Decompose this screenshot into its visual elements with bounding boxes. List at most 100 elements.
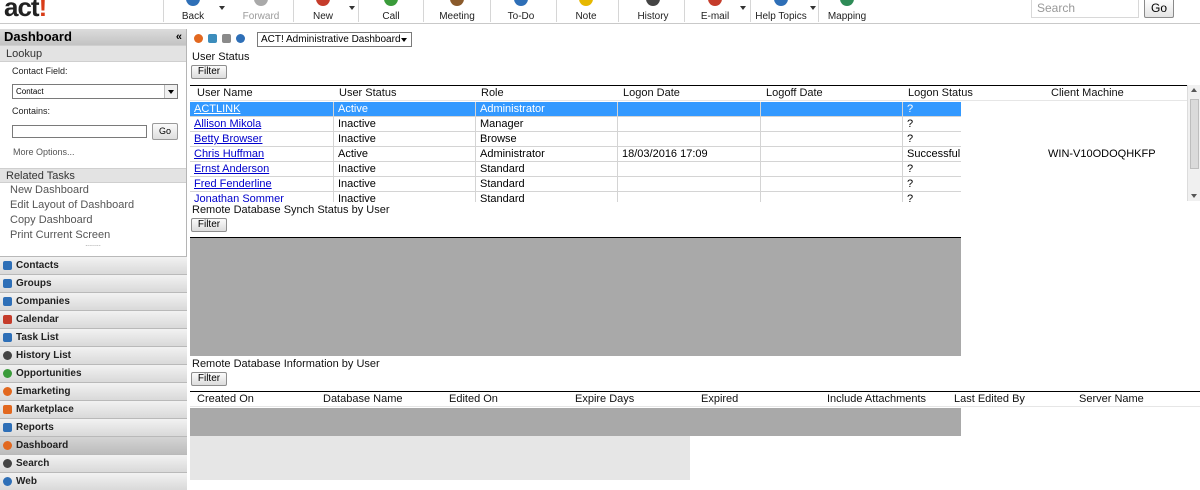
table-row[interactable]: Jonathan Sommer Inactive Standard ? — [190, 192, 961, 202]
table-row[interactable]: ACTLINK Active Administrator ? — [190, 102, 961, 117]
search-go-button[interactable]: Go — [1144, 0, 1174, 18]
meeting-button[interactable]: Meeting — [433, 0, 481, 24]
history-button[interactable]: History — [632, 0, 674, 24]
col-expired[interactable]: Expired — [696, 392, 738, 407]
nav-search[interactable]: Search — [0, 454, 187, 472]
email-button[interactable]: E-mail — [696, 0, 734, 24]
col-expire-days[interactable]: Expire Days — [570, 392, 634, 407]
help-dropdown-icon[interactable] — [810, 6, 816, 10]
cell-user[interactable]: Allison Mikola — [190, 117, 334, 132]
more-options-link[interactable]: More Options... — [0, 147, 186, 165]
scroll-thumb[interactable] — [1190, 99, 1199, 169]
collapse-panel-icon[interactable]: « — [176, 29, 182, 45]
col-user-name[interactable]: User Name — [192, 86, 253, 101]
nav-calendar[interactable]: Calendar — [0, 310, 187, 328]
col-server-name[interactable]: Server Name — [1074, 392, 1144, 407]
table-row[interactable]: Chris Huffman Active Administrator 18/03… — [190, 147, 961, 162]
dashboard-select[interactable]: ACT! Administrative Dashboard — [257, 32, 412, 47]
col-created-on[interactable]: Created On — [192, 392, 254, 407]
lookup-section-header[interactable]: Lookup — [0, 45, 186, 62]
meeting-icon — [450, 0, 464, 6]
refresh-icon[interactable] — [236, 34, 245, 43]
task-copy-dashboard[interactable]: Copy Dashboard — [0, 213, 186, 228]
table-row[interactable]: Fred Fenderline Inactive Standard ? — [190, 177, 961, 192]
related-tasks-header[interactable]: Related Tasks — [0, 168, 186, 183]
cell-user[interactable]: Fred Fenderline — [190, 177, 334, 192]
call-button[interactable]: Call — [376, 0, 406, 24]
chevron-down-icon[interactable] — [164, 85, 177, 98]
col-last-edited-by[interactable]: Last Edited By — [949, 392, 1025, 407]
cell-logon-date — [618, 117, 761, 132]
email-dropdown-icon[interactable] — [740, 6, 746, 10]
chevron-down-icon[interactable] — [399, 34, 410, 45]
cell-user[interactable]: Chris Huffman — [190, 147, 334, 162]
forward-button[interactable]: Forward — [238, 0, 284, 24]
nav-dashboard[interactable]: Dashboard — [0, 436, 187, 454]
col-logon-status[interactable]: Logon Status — [903, 86, 973, 101]
table-row[interactable]: Allison Mikola Inactive Manager ? — [190, 117, 961, 132]
dashboard-filter-icon[interactable] — [208, 34, 217, 43]
task-edit-layout[interactable]: Edit Layout of Dashboard — [0, 198, 186, 213]
nav-groups[interactable]: Groups — [0, 274, 187, 292]
col-edited-on[interactable]: Edited On — [444, 392, 498, 407]
lookup-go-button[interactable]: Go — [152, 123, 178, 140]
search-input[interactable]: Search — [1031, 0, 1139, 18]
cell-user[interactable]: Ernst Anderson — [190, 162, 334, 177]
dashboard-icon — [3, 441, 12, 450]
col-logoff-date[interactable]: Logoff Date — [761, 86, 823, 101]
cell-user[interactable]: Betty Browser — [190, 132, 334, 147]
contains-input[interactable] — [12, 125, 147, 138]
nav-marketplace[interactable]: Marketplace — [0, 400, 187, 418]
col-role[interactable]: Role — [476, 86, 504, 101]
new-button[interactable]: New — [308, 0, 338, 24]
nav-web[interactable]: Web — [0, 472, 187, 490]
cell-user[interactable]: Jonathan Sommer — [190, 192, 334, 202]
cell-role: Administrator — [476, 147, 618, 162]
globe-icon — [840, 0, 854, 6]
nav-companies[interactable]: Companies — [0, 292, 187, 310]
nav-history-list[interactable]: History List — [0, 346, 187, 364]
cell-user[interactable]: ACTLINK — [190, 102, 334, 117]
user-status-scrollbar[interactable] — [1187, 85, 1200, 201]
cell-logon-status: ? — [907, 118, 914, 130]
copy-icon[interactable] — [222, 34, 231, 43]
back-button[interactable]: Back — [176, 0, 210, 24]
remote-info-title: Remote Database Information by User — [192, 358, 380, 370]
new-dropdown-icon[interactable] — [349, 6, 355, 10]
col-database-name[interactable]: Database Name — [318, 392, 403, 407]
back-history-dropdown-icon[interactable] — [219, 6, 225, 10]
todo-button[interactable]: To-Do — [500, 0, 542, 24]
resize-grip[interactable]: ........ — [0, 241, 186, 249]
nav-emarketing[interactable]: Emarketing — [0, 382, 187, 400]
nav-task-list[interactable]: Task List — [0, 328, 187, 346]
dashboard-designer-icon[interactable] — [194, 34, 203, 43]
help-topics-button[interactable]: Help Topics — [754, 0, 808, 24]
cell-status: Active — [334, 102, 476, 117]
mapping-button[interactable]: Mapping — [826, 0, 868, 24]
note-icon — [579, 0, 593, 6]
new-icon — [316, 0, 330, 6]
marketplace-icon — [3, 405, 12, 414]
col-user-status[interactable]: User Status — [334, 86, 396, 101]
cell-status: Inactive — [334, 162, 476, 177]
scroll-up-icon[interactable] — [1191, 88, 1197, 92]
table-row[interactable]: Betty Browser Inactive Browse ? — [190, 132, 961, 147]
remote-sync-filter-button[interactable]: Filter — [191, 218, 227, 232]
table-row[interactable]: Ernst Anderson Inactive Standard ? — [190, 162, 961, 177]
user-status-filter-button[interactable]: Filter — [191, 65, 227, 79]
task-new-dashboard[interactable]: New Dashboard — [0, 183, 186, 198]
col-client-machine[interactable]: Client Machine — [1046, 86, 1124, 101]
nav-contacts[interactable]: Contacts — [0, 256, 187, 274]
task-list-icon — [3, 333, 12, 342]
cell-logoff-date — [761, 192, 903, 202]
col-logon-date[interactable]: Logon Date — [618, 86, 680, 101]
note-button[interactable]: Note — [570, 0, 602, 24]
contact-field-select[interactable]: Contact — [12, 84, 178, 99]
nav-reports[interactable]: Reports — [0, 418, 187, 436]
contact-field-label: Contact Field: — [12, 66, 68, 76]
col-include-attachments[interactable]: Include Attachments — [822, 392, 926, 407]
remote-info-filter-button[interactable]: Filter — [191, 372, 227, 386]
nav-opportunities[interactable]: Opportunities — [0, 364, 187, 382]
cell-status: Inactive — [334, 192, 476, 202]
scroll-down-icon[interactable] — [1191, 194, 1197, 198]
